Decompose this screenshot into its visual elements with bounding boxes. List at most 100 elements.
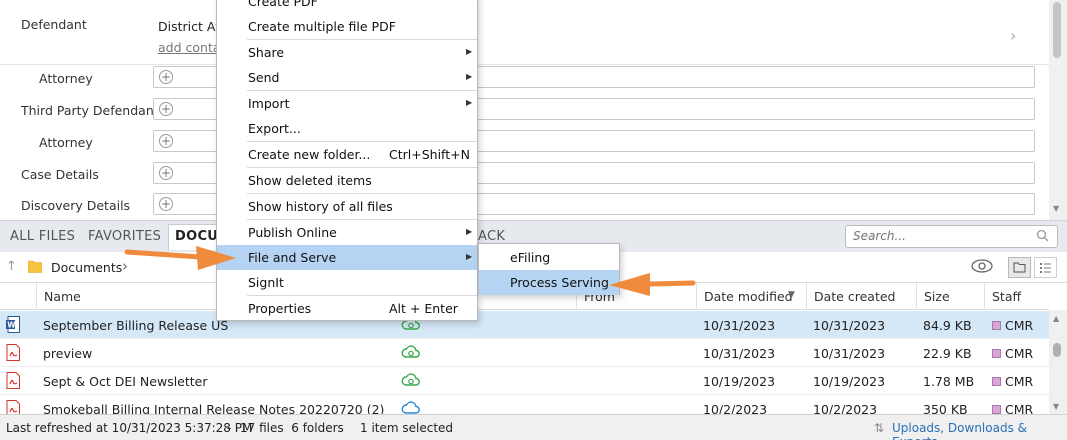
- submenu-arrow-icon: ▶: [466, 47, 473, 56]
- uploads-downloads-link[interactable]: Uploads, Downloads & Exports: [892, 421, 1067, 440]
- menu-item-file-and-serve[interactable]: File and Serve ▶: [217, 245, 477, 270]
- size-column-header[interactable]: Size: [916, 283, 984, 310]
- search-box[interactable]: [845, 225, 1058, 248]
- date-modified-cell: 10/31/2023: [703, 318, 776, 333]
- chevron-right-icon[interactable]: ›: [122, 257, 128, 275]
- menu-item-share[interactable]: Share ▶: [217, 40, 477, 65]
- staff-color-swatch: [992, 321, 1001, 330]
- staff-column-header[interactable]: Staff: [984, 283, 1049, 310]
- staff-cell: CMR: [1005, 346, 1034, 361]
- date-created-column-header[interactable]: Date created: [806, 283, 916, 310]
- svg-text:W: W: [7, 321, 16, 330]
- breadcrumb-documents[interactable]: Documents: [51, 260, 122, 275]
- table-row[interactable]: Sept & Oct DEI Newsletter 10/19/2023 10/…: [0, 367, 1049, 395]
- menu-item-create-pdf[interactable]: Create PDF: [217, 0, 477, 14]
- add-icon[interactable]: +: [159, 70, 173, 84]
- folder-icon: [28, 260, 42, 273]
- eye-icon[interactable]: [971, 258, 993, 274]
- date-created-cell: 10/2/2023: [813, 402, 878, 414]
- menu-item-send[interactable]: Send ▶: [217, 65, 477, 90]
- sync-arrows-icon: ⇅: [874, 421, 885, 435]
- menu-item-show-history[interactable]: Show history of all files: [217, 194, 477, 219]
- size-cell: 1.78 MB: [923, 374, 975, 389]
- file-name[interactable]: Smokeball Billing Internal Release Notes…: [43, 402, 384, 414]
- submenu-arrow-icon: ▶: [466, 98, 473, 107]
- menu-item-create-multiple-file-pdf[interactable]: Create multiple file PDF: [217, 14, 477, 39]
- word-icon: W: [6, 316, 20, 333]
- submenu-arrow-icon: ▶: [466, 227, 473, 236]
- tab-track[interactable]: ACK: [478, 229, 505, 244]
- up-arrow-icon[interactable]: ↑: [6, 259, 17, 274]
- cloud-synced-icon: [401, 345, 420, 358]
- table-row[interactable]: W September Billing Release US 10/31/202…: [0, 311, 1049, 339]
- status-bar: Last refreshed at 10/31/2023 5:37:28 PM …: [0, 414, 1067, 440]
- add-icon[interactable]: +: [159, 197, 173, 211]
- details-scrollbar[interactable]: ▼: [1049, 0, 1067, 220]
- cloud-icon: [401, 401, 420, 414]
- status-separator: -: [227, 421, 232, 435]
- add-icon[interactable]: +: [159, 166, 173, 180]
- file-name[interactable]: September Billing Release US: [43, 318, 228, 333]
- date-modified-column-header[interactable]: Date modified ▼: [696, 283, 806, 310]
- file-name[interactable]: Sept & Oct DEI Newsletter: [43, 374, 208, 389]
- menu-item-properties[interactable]: Properties Alt + Enter: [217, 296, 477, 321]
- context-menu: Create PDF Create multiple file PDF Shar…: [216, 0, 478, 321]
- date-modified-cell: 10/2/2023: [703, 402, 768, 414]
- menu-item-process-serving[interactable]: Process Serving: [479, 270, 619, 295]
- icon-column-header[interactable]: [0, 283, 36, 310]
- staff-cell: CMR: [1005, 318, 1034, 333]
- tab-favorites[interactable]: FAVORITES: [88, 229, 161, 244]
- add-icon[interactable]: +: [159, 102, 173, 116]
- date-modified-cell: 10/19/2023: [703, 374, 776, 389]
- search-icon[interactable]: [1036, 229, 1049, 242]
- shortcut-label: Ctrl+Shift+N: [389, 147, 470, 162]
- menu-item-signit[interactable]: SignIt: [217, 270, 477, 295]
- sort-descending-icon: ▼: [788, 290, 795, 300]
- chevron-right-icon[interactable]: ›: [1010, 26, 1016, 45]
- defendant-label: Defendant: [21, 17, 87, 32]
- divider: [0, 64, 1049, 65]
- staff-cell: CMR: [1005, 374, 1034, 389]
- scrollbar-thumb[interactable]: [1053, 343, 1061, 357]
- add-icon[interactable]: +: [159, 134, 173, 148]
- folder-view-button[interactable]: [1008, 257, 1031, 278]
- size-cell: 84.9 KB: [923, 318, 972, 333]
- pdf-icon: [6, 400, 20, 414]
- menu-item-export[interactable]: Export...: [217, 116, 477, 141]
- search-input[interactable]: [853, 226, 1033, 246]
- staff-color-swatch: [992, 377, 1001, 386]
- selection-count: 1 item selected: [360, 421, 454, 435]
- table-row[interactable]: preview 10/31/2023 10/31/2023 22.9 KB CM…: [0, 339, 1049, 367]
- pdf-icon: [6, 372, 20, 389]
- size-cell: 350 KB: [923, 402, 968, 414]
- pdf-icon: [6, 344, 20, 361]
- menu-item-create-new-folder[interactable]: Create new folder... Ctrl+Shift+N: [217, 142, 477, 167]
- shortcut-label: Alt + Enter: [389, 301, 458, 316]
- third-party-defendant-label: Third Party Defendant: [21, 103, 159, 118]
- file-counts: 17 files 6 folders: [240, 421, 344, 435]
- date-created-cell: 10/31/2023: [813, 346, 886, 361]
- table-row[interactable]: Smokeball Billing Internal Release Notes…: [0, 395, 1049, 414]
- date-created-cell: 10/19/2023: [813, 374, 886, 389]
- grid-scrollbar[interactable]: ▲ ▼: [1049, 310, 1067, 414]
- attorney-label: Attorney: [39, 71, 93, 86]
- menu-item-import[interactable]: Import ▶: [217, 91, 477, 116]
- date-modified-header-label: Date modified: [704, 289, 793, 304]
- cloud-synced-icon: [401, 373, 420, 386]
- folder-outline-icon: [1013, 262, 1026, 273]
- scrollbar-thumb[interactable]: [1053, 2, 1061, 58]
- menu-item-show-deleted-items[interactable]: Show deleted items: [217, 168, 477, 193]
- scroll-down-icon[interactable]: ▼: [1053, 204, 1059, 213]
- case-details-label: Case Details: [21, 167, 99, 182]
- scroll-up-icon[interactable]: ▲: [1053, 314, 1059, 323]
- tab-all-files[interactable]: ALL FILES: [10, 229, 75, 244]
- defendant-value[interactable]: District At: [158, 19, 220, 34]
- menu-item-publish-online[interactable]: Publish Online ▶: [217, 220, 477, 245]
- list-icon: [1040, 263, 1051, 273]
- menu-item-efiling[interactable]: eFiling: [479, 245, 619, 270]
- file-name[interactable]: preview: [43, 346, 92, 361]
- scroll-down-icon[interactable]: ▼: [1053, 402, 1059, 411]
- add-contact-link[interactable]: add conta: [158, 40, 221, 55]
- last-refreshed-text: Last refreshed at 10/31/2023 5:37:28 PM: [6, 421, 253, 435]
- list-view-button[interactable]: [1034, 257, 1057, 278]
